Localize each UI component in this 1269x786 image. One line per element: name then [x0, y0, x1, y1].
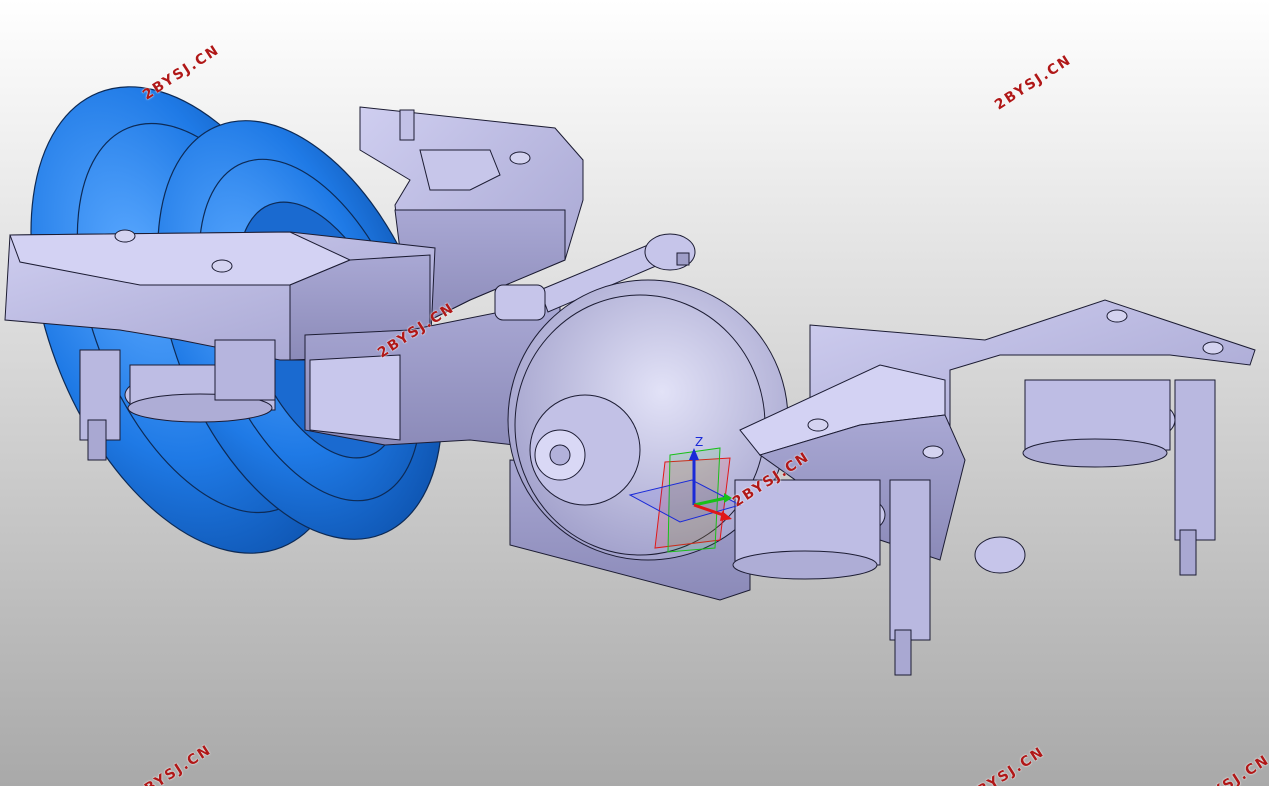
center-damper	[889, 479, 931, 641]
cad-model-scene[interactable]: Z	[0, 0, 1269, 786]
right-damper	[1174, 379, 1216, 541]
3d-viewport[interactable]: Z 2BYSJ.CN 2BYSJ.CN 2BYSJ.CN 2BYSJ.CN 2B…	[0, 0, 1269, 786]
z-axis-label: Z	[695, 435, 703, 449]
